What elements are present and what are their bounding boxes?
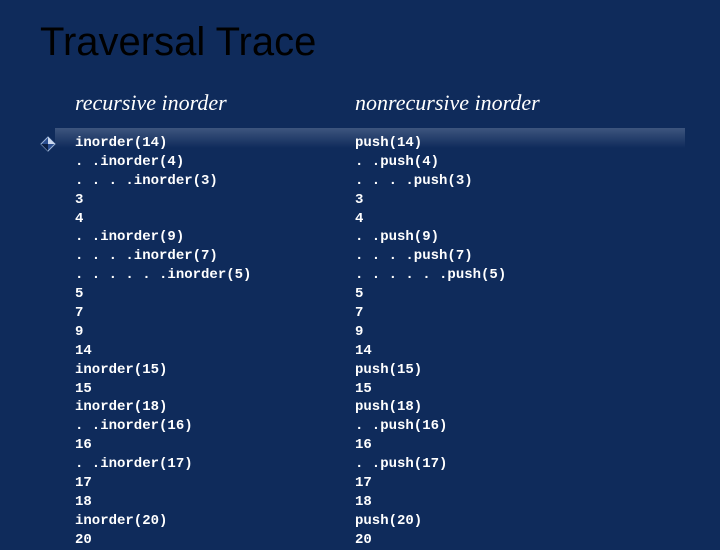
left-column-header: recursive inorder — [75, 90, 355, 116]
right-column-header: nonrecursive inorder — [355, 90, 655, 116]
right-column: nonrecursive inorder push(14) . .push(4)… — [355, 90, 655, 550]
diamond-bullet-icon — [40, 136, 56, 152]
left-column: recursive inorder inorder(14) . .inorder… — [75, 90, 355, 550]
right-trace: push(14) . .push(4) . . . .push(3) 3 4 .… — [355, 134, 655, 550]
trace-columns: recursive inorder inorder(14) . .inorder… — [75, 90, 700, 550]
page-title: Traversal Trace — [40, 20, 316, 65]
left-trace: inorder(14) . .inorder(4) . . . .inorder… — [75, 134, 355, 550]
